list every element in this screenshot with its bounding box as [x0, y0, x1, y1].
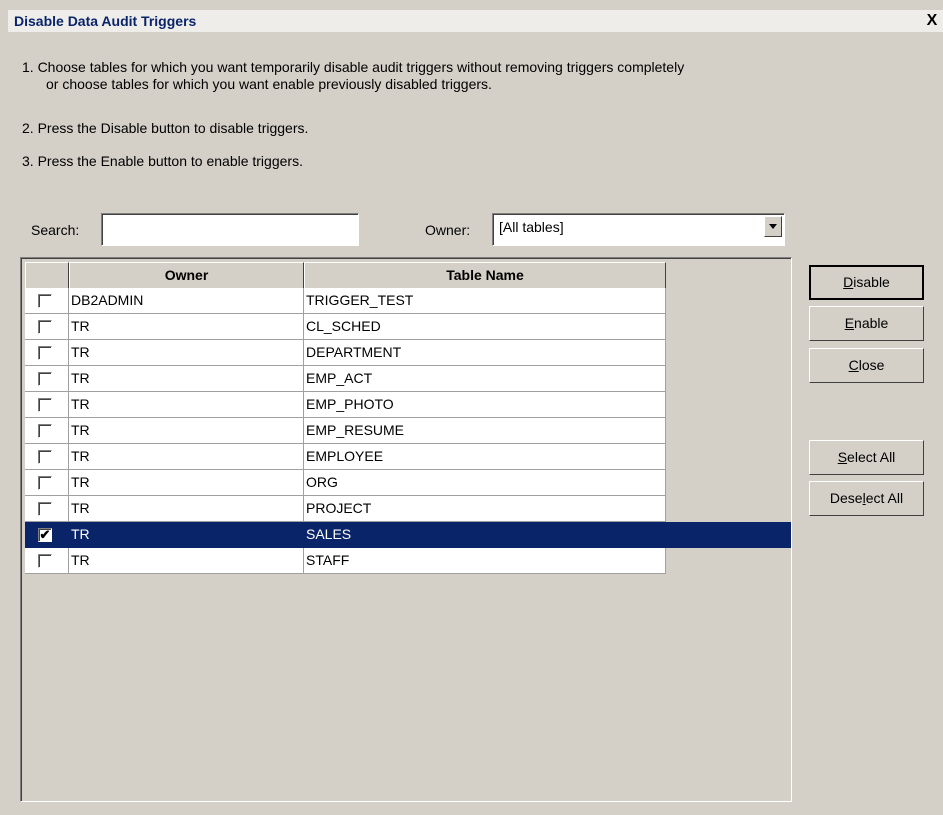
table-row[interactable]: TR ORG [25, 470, 791, 496]
table-row[interactable]: TR EMP_RESUME [25, 418, 791, 444]
row-checkbox-cell [25, 314, 69, 340]
owner-select-value: [All tables] [499, 219, 564, 235]
row-checkbox-cell [25, 392, 69, 418]
row-checkbox-cell [25, 340, 69, 366]
owner-cell: TR [69, 470, 304, 496]
checkbox[interactable] [38, 502, 52, 516]
table-name-cell: EMPLOYEE [304, 444, 666, 470]
table-name-cell: CL_SCHED [304, 314, 666, 340]
table-name-cell: TRIGGER_TEST [304, 288, 666, 314]
table-name-cell: ORG [304, 470, 666, 496]
owner-cell: TR [69, 522, 304, 548]
owner-cell: TR [69, 366, 304, 392]
search-input[interactable] [101, 213, 359, 246]
checkbox-checked[interactable]: ✔ [38, 528, 52, 542]
table-name-cell: PROJECT [304, 496, 666, 522]
row-checkbox-cell [25, 444, 69, 470]
owner-cell: TR [69, 314, 304, 340]
enable-button[interactable]: Enable [809, 306, 924, 341]
checkbox[interactable] [38, 294, 52, 308]
table-name-cell: STAFF [304, 548, 666, 574]
table-row[interactable]: ✔ TR SALES [25, 522, 791, 548]
table-name-cell: EMP_ACT [304, 366, 666, 392]
row-checkbox-cell: ✔ [25, 522, 69, 548]
deselect-all-button[interactable]: Deselect All [809, 481, 924, 516]
checkbox[interactable] [38, 372, 52, 386]
row-checkbox-cell [25, 288, 69, 314]
row-checkbox-cell [25, 470, 69, 496]
checkbox[interactable] [38, 346, 52, 360]
owner-cell: TR [69, 548, 304, 574]
table-name-cell: EMP_RESUME [304, 418, 666, 444]
table-name-cell: EMP_PHOTO [304, 392, 666, 418]
close-button[interactable]: Close [809, 348, 924, 383]
disable-triggers-dialog: Disable Data Audit Triggers X 1. Choose … [0, 0, 943, 815]
checkbox[interactable] [38, 450, 52, 464]
table-row[interactable]: TR PROJECT [25, 496, 791, 522]
table-row[interactable]: TR CL_SCHED [25, 314, 791, 340]
instruction-1-continued: or choose tables for which you want enab… [46, 76, 492, 92]
table-row[interactable]: TR DEPARTMENT [25, 340, 791, 366]
row-checkbox-cell [25, 496, 69, 522]
checkbox-column-header[interactable] [25, 262, 69, 289]
table-row[interactable]: TR EMP_ACT [25, 366, 791, 392]
instruction-3: 3. Press the Enable button to enable tri… [22, 153, 303, 169]
owner-cell: TR [69, 418, 304, 444]
checkbox[interactable] [38, 554, 52, 568]
row-checkbox-cell [25, 548, 69, 574]
owner-cell: TR [69, 496, 304, 522]
dialog-title: Disable Data Audit Triggers [14, 13, 197, 29]
owner-select[interactable]: [All tables] [492, 213, 785, 246]
close-icon[interactable]: X [921, 10, 943, 32]
row-checkbox-cell [25, 366, 69, 392]
disable-button[interactable]: Disable [809, 265, 924, 300]
owner-cell: DB2ADMIN [69, 288, 304, 314]
owner-column-header[interactable]: Owner [69, 262, 304, 289]
table-name-cell: SALES [304, 522, 791, 548]
owner-cell: TR [69, 340, 304, 366]
tables-grid[interactable]: Owner Table Name DB2ADMIN TRIGGER_TEST TR C… [20, 257, 792, 802]
checkbox[interactable] [38, 398, 52, 412]
instruction-2: 2. Press the Disable button to disable t… [22, 120, 309, 136]
checkbox[interactable] [38, 424, 52, 438]
table-row[interactable]: TR EMPLOYEE [25, 444, 791, 470]
row-checkbox-cell [25, 418, 69, 444]
search-label: Search: [31, 222, 80, 238]
select-all-button[interactable]: Select All [809, 440, 924, 475]
instruction-1: 1. Choose tables for which you want temp… [22, 59, 685, 75]
chevron-down-icon[interactable] [764, 216, 782, 237]
owner-label: Owner: [425, 222, 471, 238]
check-mark-icon: ✔ [39, 527, 51, 542]
owner-cell: TR [69, 444, 304, 470]
table-row[interactable]: DB2ADMIN TRIGGER_TEST [25, 288, 791, 314]
table-row[interactable]: TR STAFF [25, 548, 791, 574]
checkbox[interactable] [38, 320, 52, 334]
table-name-column-header[interactable]: Table Name [304, 262, 666, 289]
owner-cell: TR [69, 392, 304, 418]
table-row[interactable]: TR EMP_PHOTO [25, 392, 791, 418]
title-bar: Disable Data Audit Triggers X [8, 10, 943, 32]
checkbox[interactable] [38, 476, 52, 490]
table-name-cell: DEPARTMENT [304, 340, 666, 366]
